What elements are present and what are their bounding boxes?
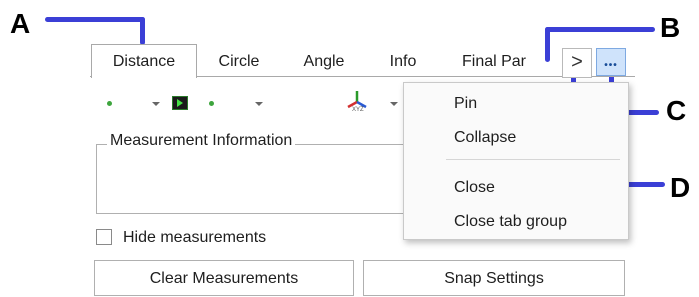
measurement-information-group: [96, 144, 413, 214]
menu-item-collapse[interactable]: Collapse: [454, 129, 516, 147]
callout-letter-c: C: [666, 95, 687, 126]
tab-final-parameters[interactable]: Final Par: [451, 48, 537, 76]
callout-line-b: [545, 27, 550, 62]
callout-letter-b: B: [660, 12, 681, 43]
status-dot-icon: [107, 101, 112, 106]
xyz-label: XYZ: [352, 107, 364, 113]
chevron-down-icon[interactable]: [255, 102, 263, 106]
snap-settings-button[interactable]: Snap Settings: [363, 260, 625, 296]
menu-item-close[interactable]: Close: [454, 179, 495, 197]
play-icon: [177, 99, 183, 107]
hide-measurements-checkbox[interactable]: [96, 229, 112, 245]
xyz-axis-icon[interactable]: XYZ: [344, 88, 370, 114]
tab-info[interactable]: Info: [373, 48, 433, 76]
hide-measurements-label: Hide measurements: [123, 229, 267, 246]
callout-line-a: [140, 17, 145, 45]
tab-circle[interactable]: Circle: [205, 48, 273, 76]
more-options-button[interactable]: •••: [596, 48, 626, 76]
more-options-menu: Pin Collapse Close Close tab group: [403, 82, 629, 240]
chevron-down-icon[interactable]: [390, 102, 398, 106]
callout-line-a: [45, 17, 145, 22]
record-button[interactable]: [172, 96, 188, 110]
callout-line-b: [545, 27, 655, 32]
measurement-information-label: Measurement Information: [107, 132, 296, 150]
status-dot-icon: [209, 101, 214, 106]
menu-separator: [446, 159, 620, 160]
menu-item-pin[interactable]: Pin: [454, 95, 477, 113]
tab-overflow-chevron-button[interactable]: >: [562, 48, 592, 78]
callout-letter-d: D: [670, 172, 691, 203]
clear-measurements-button[interactable]: Clear Measurements: [94, 260, 354, 296]
chevron-down-icon[interactable]: [152, 102, 160, 106]
callout-letter-a: A: [10, 8, 31, 39]
chevron-right-icon: >: [571, 51, 583, 73]
tab-distance[interactable]: Distance: [91, 44, 197, 78]
menu-item-close-tab-group[interactable]: Close tab group: [454, 213, 567, 231]
tab-angle[interactable]: Angle: [290, 48, 358, 76]
ellipsis-icon: •••: [604, 60, 618, 71]
